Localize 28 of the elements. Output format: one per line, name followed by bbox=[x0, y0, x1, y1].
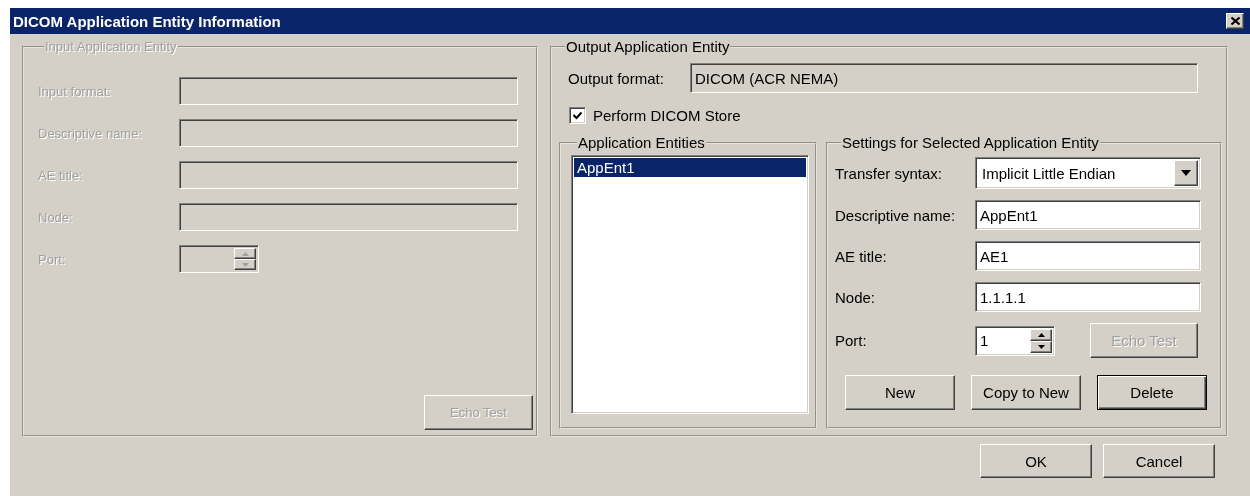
checkbox[interactable] bbox=[569, 107, 586, 124]
group-title: Application Entities bbox=[577, 135, 706, 151]
action-button[interactable]: New bbox=[845, 375, 955, 410]
text-field[interactable]: DICOM (ACR NEMA) bbox=[690, 63, 1198, 93]
action-button[interactable]: Delete bbox=[1097, 375, 1207, 410]
text-field[interactable]: 1.1.1.1 bbox=[975, 282, 1201, 312]
spin-box[interactable]: 1 bbox=[975, 325, 1055, 356]
field-label: Port: bbox=[835, 332, 868, 349]
field-label: Output format: bbox=[568, 69, 665, 87]
dropdown[interactable]: Implicit Little Endian bbox=[975, 157, 1201, 189]
dialog-button[interactable]: Cancel bbox=[1103, 444, 1215, 478]
window-title: DICOM Application Entity Information bbox=[13, 12, 281, 30]
checkbox-label: Perform DICOM Store bbox=[593, 107, 741, 124]
close-icon bbox=[1230, 17, 1240, 25]
list-item[interactable]: AppEnt1 bbox=[574, 158, 806, 177]
field-label: Transfer syntax: bbox=[835, 164, 943, 182]
group-title: Output Application Entity bbox=[565, 39, 731, 55]
field-label: Descriptive name: bbox=[835, 206, 957, 224]
field-label: Node: bbox=[835, 288, 877, 306]
text-field[interactable]: AE1 bbox=[975, 241, 1201, 271]
text-field[interactable]: AppEnt1 bbox=[975, 200, 1201, 230]
dialog-button[interactable]: OK bbox=[980, 444, 1092, 478]
check-icon bbox=[573, 111, 582, 120]
action-button[interactable]: Copy to New bbox=[971, 375, 1081, 410]
spin-up-icon[interactable] bbox=[1030, 328, 1052, 341]
close-button[interactable] bbox=[1226, 13, 1244, 29]
field-label: AE title: bbox=[835, 247, 888, 265]
group-title: Settings for Selected Application Entity bbox=[841, 135, 1100, 151]
